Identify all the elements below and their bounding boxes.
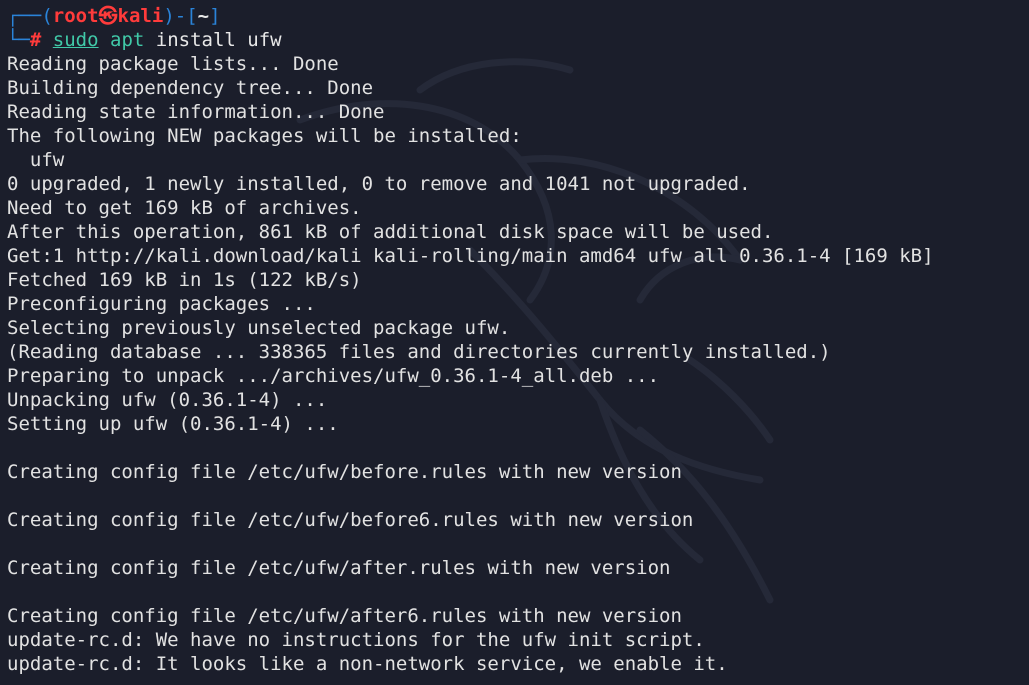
prompt-frame: ] — [209, 5, 221, 27]
prompt-line-2: └─# sudo apt install ufw — [7, 28, 1029, 52]
output-line: update-rc.d: It looks like a non-network… — [7, 653, 728, 675]
prompt-frame: └─ — [7, 29, 30, 51]
output-line: After this operation, 861 kB of addition… — [7, 221, 774, 243]
prompt-frame: )-[ — [163, 5, 198, 27]
output-line: Creating config file /etc/ufw/before.rul… — [7, 461, 682, 483]
terminal-window[interactable]: ┌──(root㉿kali)-[~] └─# sudo apt install … — [0, 0, 1029, 685]
prompt-user: root — [52, 5, 99, 27]
output-line: Creating config file /etc/ufw/after6.rul… — [7, 605, 682, 627]
prompt-line-1: ┌──(root㉿kali)-[~] — [7, 4, 1029, 28]
prompt-host: kali — [117, 5, 164, 27]
prompt-hash: # — [29, 29, 42, 51]
output-line: Reading package lists... Done — [7, 53, 339, 75]
output-line: Creating config file /etc/ufw/after.rule… — [7, 557, 671, 579]
skull-icon: ㉿ — [98, 5, 118, 27]
prompt-cwd: ~ — [197, 5, 210, 27]
output-line: update-rc.d: We have no instructions for… — [7, 629, 705, 651]
output-line: Reading state information... Done — [7, 101, 385, 123]
output-line: Creating config file /etc/ufw/before6.ru… — [7, 509, 694, 531]
output-line: Selecting previously unselected package … — [7, 317, 511, 339]
output-line: ufw — [7, 149, 65, 171]
output-line: Unpacking ufw (0.36.1-4) ... — [7, 389, 328, 411]
command-sudo: sudo — [52, 29, 99, 51]
output-line: 0 upgraded, 1 newly installed, 0 to remo… — [7, 173, 751, 195]
output-line: Preparing to unpack .../archives/ufw_0.3… — [7, 365, 660, 387]
output-line: Fetched 169 kB in 1s (122 kB/s) — [7, 269, 362, 291]
output-line: The following NEW packages will be insta… — [7, 125, 522, 147]
output-line: Need to get 169 kB of archives. — [7, 197, 362, 219]
output-line: Get:1 http://kali.download/kali kali-rol… — [7, 245, 934, 267]
output-line: (Reading database ... 338365 files and d… — [7, 341, 831, 363]
command-args: install ufw — [155, 29, 282, 51]
command-apt: apt — [110, 29, 145, 51]
output-line: Preconfiguring packages ... — [7, 293, 316, 315]
output-line: Setting up ufw (0.36.1-4) ... — [7, 413, 339, 435]
prompt-frame: ┌──( — [7, 5, 53, 27]
output-line: Building dependency tree... Done — [7, 77, 374, 99]
terminal-output: ┌──(root㉿kali)-[~] └─# sudo apt install … — [7, 4, 1029, 676]
